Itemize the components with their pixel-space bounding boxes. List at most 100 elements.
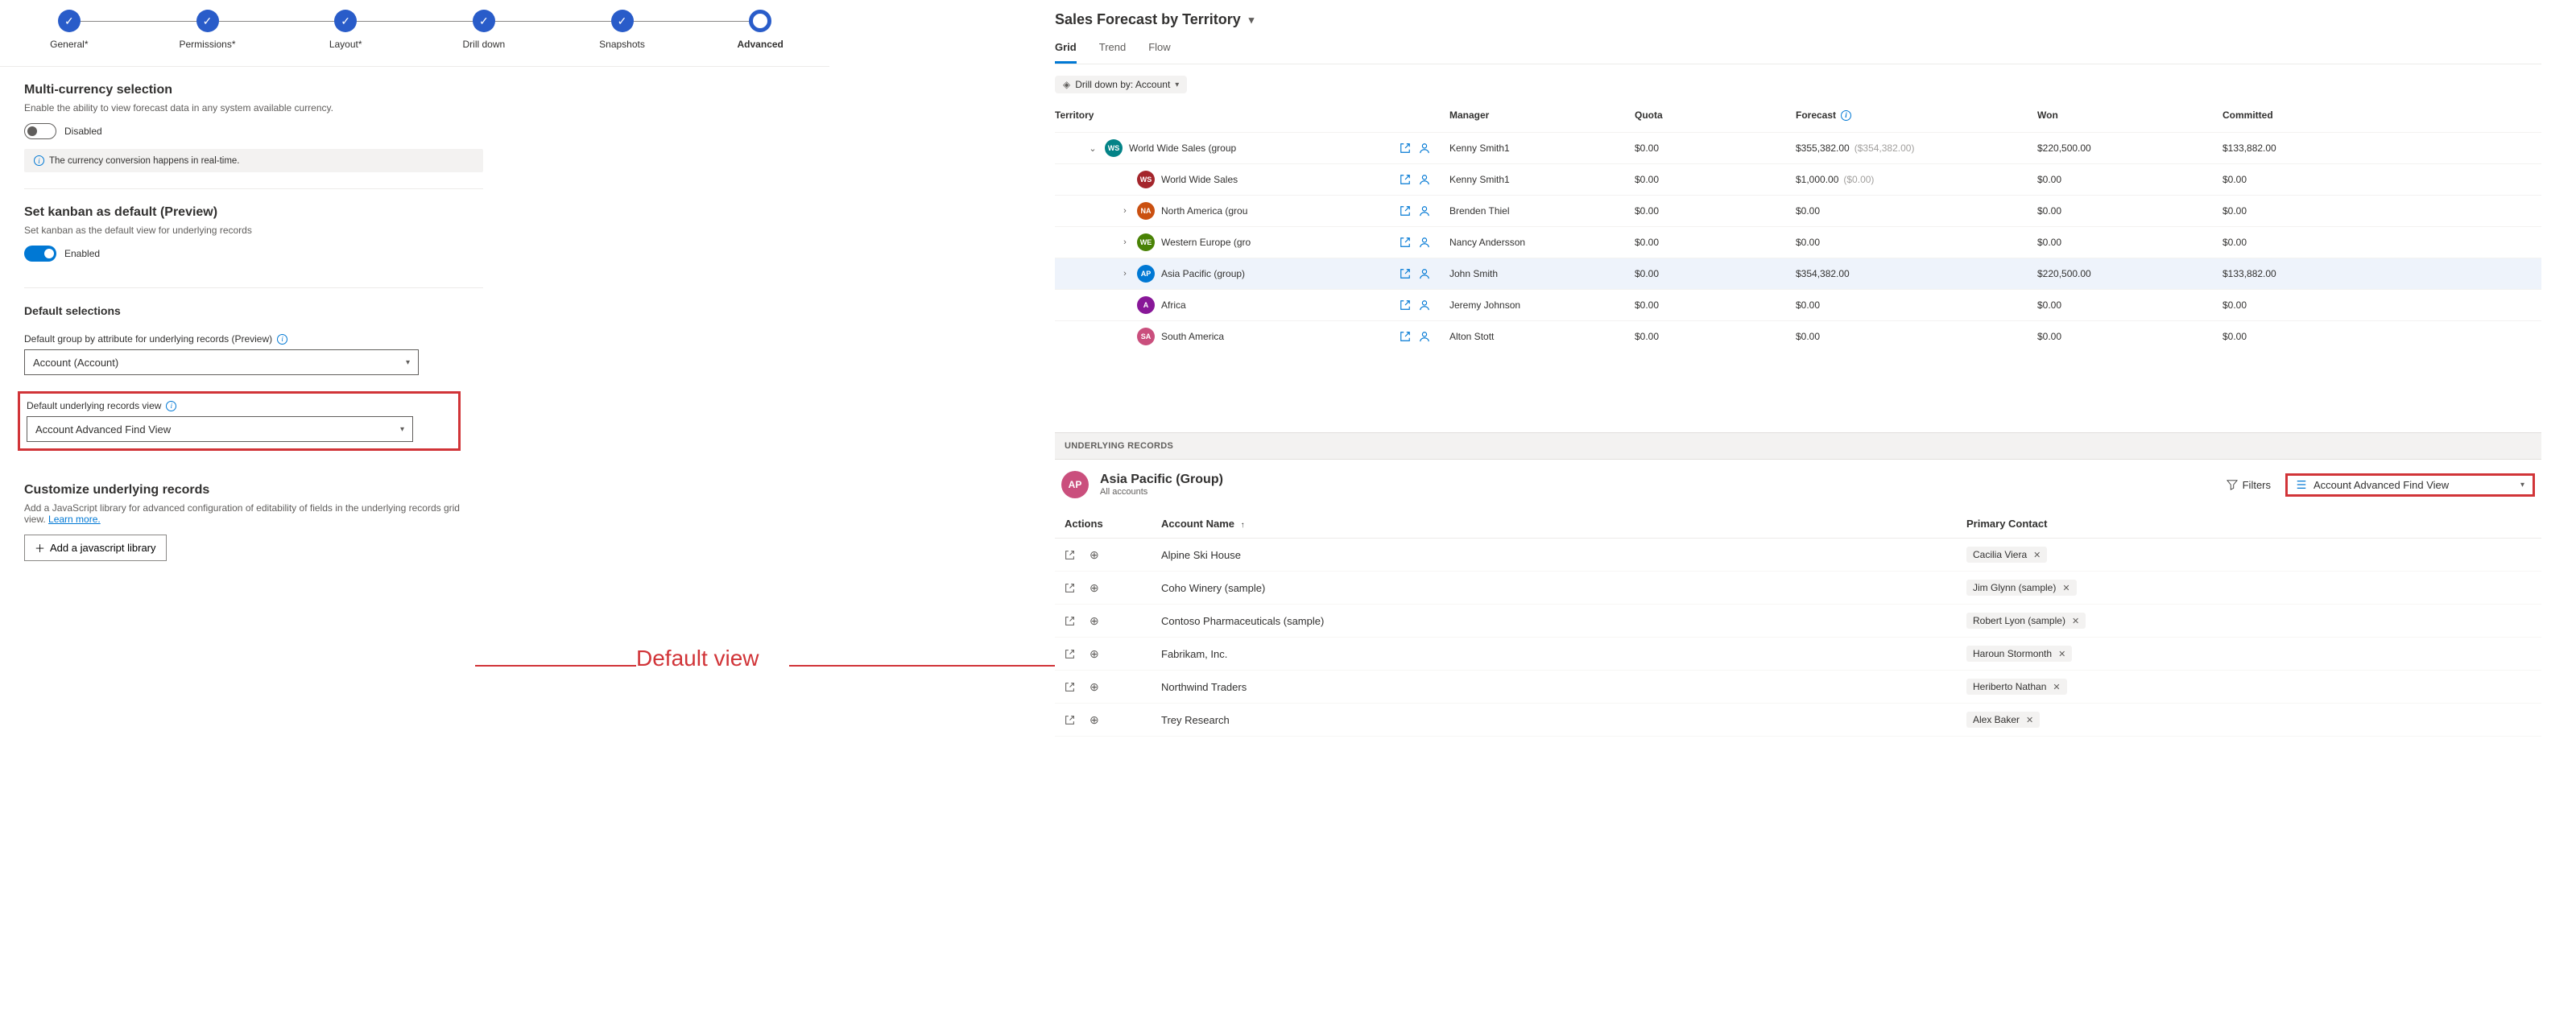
add-icon[interactable]: ⊕ xyxy=(1090,616,1099,626)
page-title[interactable]: Sales Forecast by Territory ▾ xyxy=(1055,0,2541,35)
chevron-right-icon[interactable]: › xyxy=(1119,269,1131,279)
grid-row[interactable]: SASouth AmericaAlton Stott$0.00$0.00$0.0… xyxy=(1055,320,2541,352)
popout-icon[interactable] xyxy=(1400,174,1411,185)
popout-icon[interactable] xyxy=(1400,299,1411,311)
add-js-library-button[interactable]: ＋ Add a javascript library xyxy=(24,535,167,561)
close-icon[interactable]: ✕ xyxy=(2026,715,2033,725)
info-icon[interactable]: i xyxy=(277,334,287,345)
ur-row[interactable]: ⊕Northwind TradersHeriberto Nathan✕ xyxy=(1055,671,2541,704)
tab-grid[interactable]: Grid xyxy=(1055,41,1077,64)
close-icon[interactable]: ✕ xyxy=(2058,649,2065,659)
filters-button[interactable]: Filters xyxy=(2227,479,2271,491)
step-permissions[interactable]: ✓ Permissions* xyxy=(139,10,277,50)
ur-row[interactable]: ⊕Fabrikam, Inc.Haroun Stormonth✕ xyxy=(1055,638,2541,671)
grid-row[interactable]: ›APAsia Pacific (group)John Smith$0.00$3… xyxy=(1055,258,2541,289)
contact-chip[interactable]: Robert Lyon (sample)✕ xyxy=(1966,613,2086,629)
contact-chip[interactable]: Heriberto Nathan✕ xyxy=(1966,679,2067,695)
add-icon[interactable]: ⊕ xyxy=(1090,550,1099,560)
kanban-section: Set kanban as default (Preview) Set kanb… xyxy=(24,189,483,288)
add-icon[interactable]: ⊕ xyxy=(1090,583,1099,593)
popout-icon[interactable] xyxy=(1400,142,1411,154)
default-view-select[interactable]: Account Advanced Find View ▾ xyxy=(27,416,413,442)
territory-avatar: AP xyxy=(1137,265,1155,283)
col-territory[interactable]: Territory xyxy=(1055,109,1449,121)
grid-row[interactable]: WSWorld Wide SalesKenny Smith1$0.00$1,00… xyxy=(1055,163,2541,195)
check-icon: ✓ xyxy=(341,14,350,28)
contact-chip[interactable]: Jim Glynn (sample)✕ xyxy=(1966,580,2077,596)
territory-name: South America xyxy=(1161,331,1224,342)
step-label: Permissions* xyxy=(139,39,277,50)
select-value: Account (Account) xyxy=(33,357,118,369)
popout-icon[interactable] xyxy=(1400,331,1411,342)
user-icon[interactable] xyxy=(1419,237,1430,248)
drill-down-pill[interactable]: ◈ Drill down by: Account ▾ xyxy=(1055,76,1187,93)
popout-icon[interactable] xyxy=(1065,649,1075,659)
territory-name: North America (grou xyxy=(1161,205,1247,217)
add-icon[interactable]: ⊕ xyxy=(1090,649,1099,659)
contact-chip[interactable]: Alex Baker✕ xyxy=(1966,712,2040,728)
user-icon[interactable] xyxy=(1419,299,1430,311)
col-committed[interactable]: Committed xyxy=(2222,109,2343,121)
ur-row[interactable]: ⊕Trey ResearchAlex Baker✕ xyxy=(1055,704,2541,737)
step-drilldown[interactable]: ✓ Drill down xyxy=(415,10,553,50)
section-desc: Enable the ability to view forecast data… xyxy=(24,102,483,114)
chevron-right-icon[interactable]: › xyxy=(1119,237,1131,247)
close-icon[interactable]: ✕ xyxy=(2033,550,2041,560)
popout-icon[interactable] xyxy=(1065,682,1075,692)
col-account[interactable]: Account Name ↑ xyxy=(1161,518,1966,530)
add-icon[interactable]: ⊕ xyxy=(1090,715,1099,725)
default-selections-section: Default selections Default group by attr… xyxy=(24,288,483,467)
popout-icon[interactable] xyxy=(1065,616,1075,626)
grid-row[interactable]: ⌄WSWorld Wide Sales (groupKenny Smith1$0… xyxy=(1055,132,2541,163)
step-advanced[interactable]: Advanced xyxy=(691,10,829,50)
quota-cell: $0.00 xyxy=(1635,142,1796,154)
popout-icon[interactable] xyxy=(1400,237,1411,248)
multi-currency-toggle[interactable] xyxy=(24,123,56,139)
user-icon[interactable] xyxy=(1419,331,1430,342)
user-icon[interactable] xyxy=(1419,142,1430,154)
col-manager[interactable]: Manager xyxy=(1449,109,1635,121)
col-forecast[interactable]: Forecast i xyxy=(1796,109,2037,121)
popout-icon[interactable] xyxy=(1400,268,1411,279)
ur-row[interactable]: ⊕Coho Winery (sample)Jim Glynn (sample)✕ xyxy=(1055,572,2541,605)
popout-icon[interactable] xyxy=(1400,205,1411,217)
step-layout[interactable]: ✓ Layout* xyxy=(276,10,415,50)
view-select[interactable]: Account Advanced Find View ▾ xyxy=(2285,473,2535,497)
territory-avatar: NA xyxy=(1137,202,1155,220)
chevron-down-icon[interactable]: ⌄ xyxy=(1087,143,1098,154)
learn-more-link[interactable]: Learn more. xyxy=(48,514,101,525)
grid-row[interactable]: ›WEWestern Europe (groNancy Andersson$0.… xyxy=(1055,226,2541,258)
step-snapshots[interactable]: ✓ Snapshots xyxy=(553,10,692,50)
user-icon[interactable] xyxy=(1419,205,1430,217)
user-icon[interactable] xyxy=(1419,174,1430,185)
contact-chip[interactable]: Haroun Stormonth✕ xyxy=(1966,646,2072,662)
info-icon[interactable]: i xyxy=(1841,110,1851,121)
kanban-toggle[interactable] xyxy=(24,246,56,262)
info-icon: i xyxy=(34,155,44,166)
popout-icon[interactable] xyxy=(1065,715,1075,725)
tab-flow[interactable]: Flow xyxy=(1148,41,1170,64)
step-general[interactable]: ✓ General* xyxy=(0,10,139,50)
info-icon[interactable]: i xyxy=(166,401,176,411)
chevron-right-icon[interactable]: › xyxy=(1119,206,1131,216)
chevron-down-icon: ▾ xyxy=(400,425,404,434)
ur-row[interactable]: ⊕Contoso Pharmaceuticals (sample)Robert … xyxy=(1055,605,2541,638)
close-icon[interactable]: ✕ xyxy=(2072,616,2079,626)
close-icon[interactable]: ✕ xyxy=(2053,682,2060,692)
contact-chip[interactable]: Cacilia Viera✕ xyxy=(1966,547,2047,563)
grid-row[interactable]: ›NANorth America (grouBrenden Thiel$0.00… xyxy=(1055,195,2541,226)
user-icon[interactable] xyxy=(1419,268,1430,279)
col-actions[interactable]: Actions xyxy=(1065,518,1161,530)
group-by-select[interactable]: Account (Account) ▾ xyxy=(24,349,419,375)
tab-trend[interactable]: Trend xyxy=(1099,41,1126,64)
col-quota[interactable]: Quota xyxy=(1635,109,1796,121)
add-icon[interactable]: ⊕ xyxy=(1090,682,1099,692)
col-contact[interactable]: Primary Contact xyxy=(1966,518,2289,530)
col-won[interactable]: Won xyxy=(2037,109,2222,121)
grid-row[interactable]: AAfricaJeremy Johnson$0.00$0.00$0.00$0.0… xyxy=(1055,289,2541,320)
ur-row[interactable]: ⊕Alpine Ski HouseCacilia Viera✕ xyxy=(1055,539,2541,572)
step-label: Layout* xyxy=(276,39,415,50)
popout-icon[interactable] xyxy=(1065,583,1075,593)
popout-icon[interactable] xyxy=(1065,550,1075,560)
close-icon[interactable]: ✕ xyxy=(2062,583,2069,593)
